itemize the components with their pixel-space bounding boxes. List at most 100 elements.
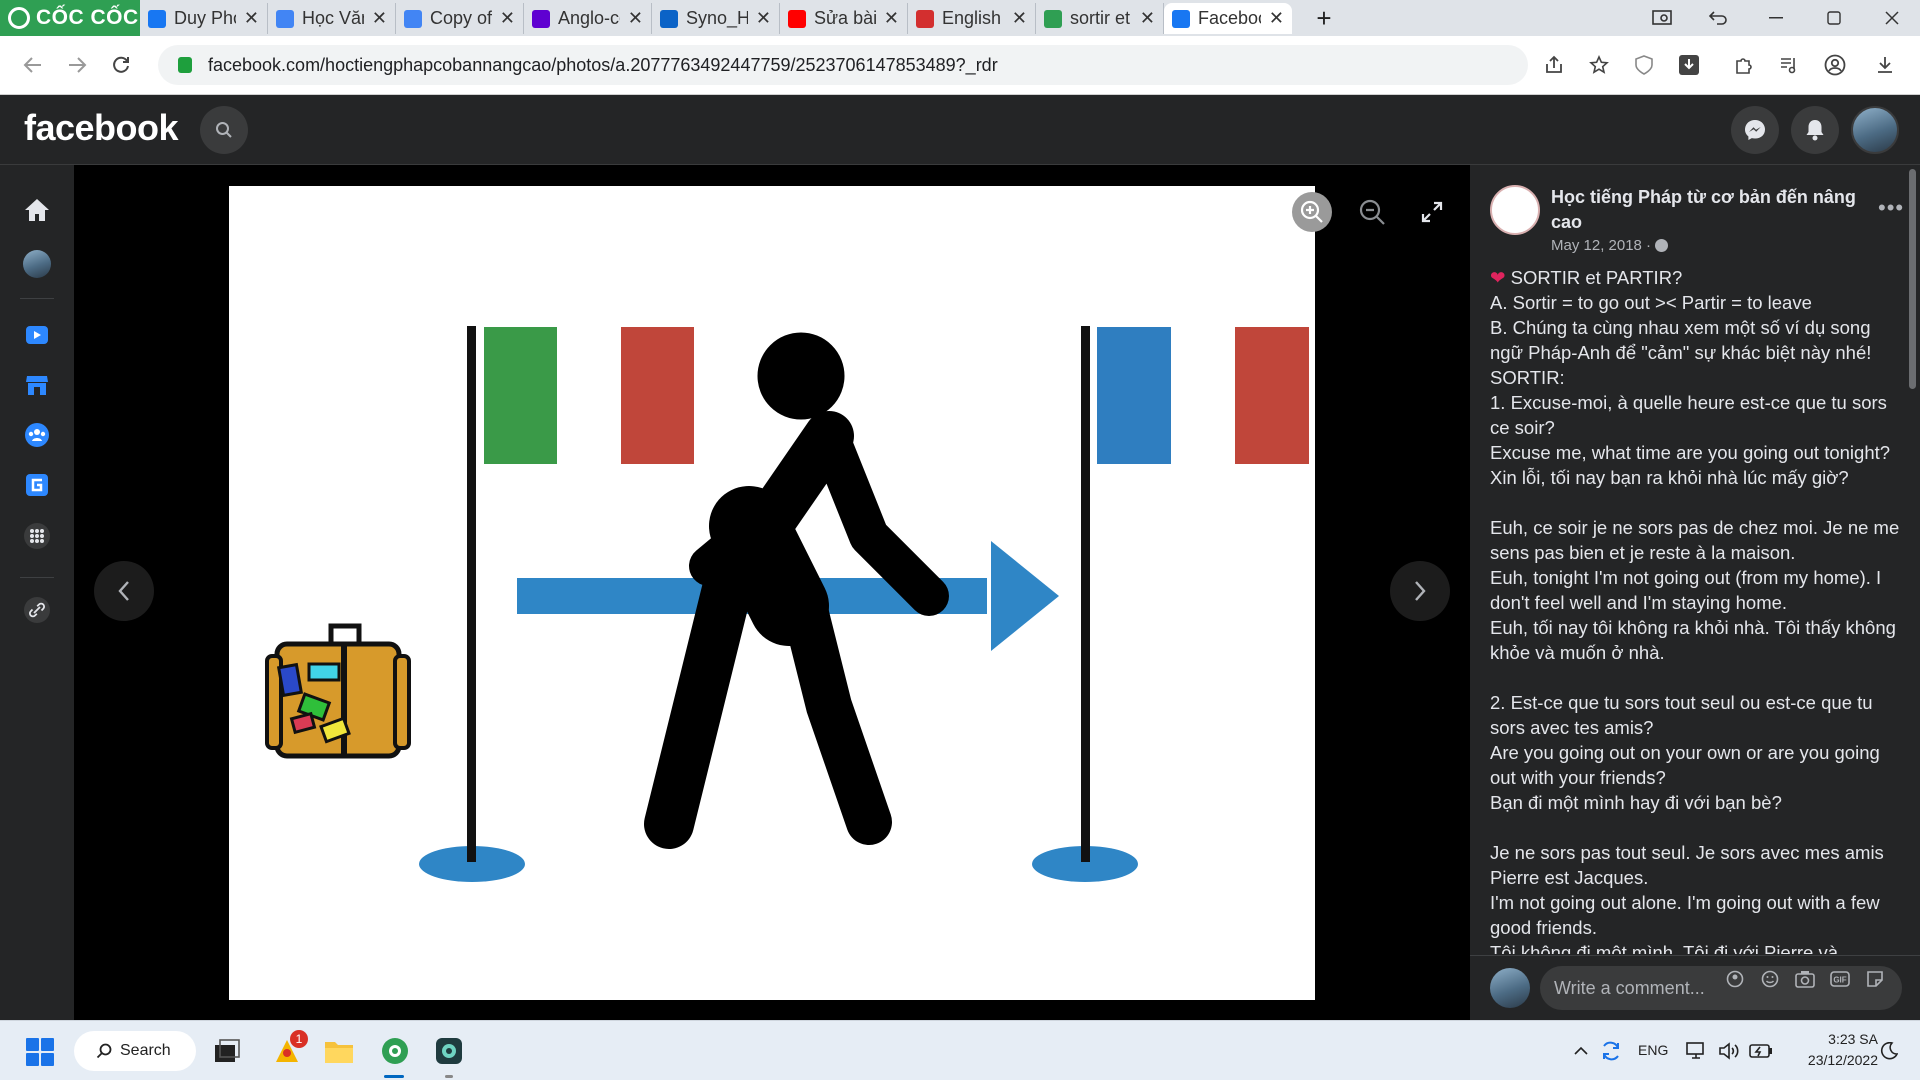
caption-line: Euh, tối nay tôi không ra khỏi nhà. Tôi … bbox=[1490, 615, 1902, 665]
docs-icon bbox=[404, 9, 422, 28]
screenshot-icon[interactable] bbox=[1634, 0, 1690, 36]
caption-line-text: Are you going out on your own or are you… bbox=[1490, 742, 1880, 788]
coccoc-logo[interactable]: CỐC CỐC bbox=[0, 0, 140, 36]
commenter-avatar[interactable] bbox=[1490, 968, 1530, 1008]
zoom-out-icon[interactable] bbox=[1352, 192, 1392, 232]
share-icon[interactable] bbox=[1537, 48, 1571, 82]
gif-icon[interactable]: GIF bbox=[1830, 969, 1850, 989]
browser-tab[interactable]: Anglo-cor ✕ bbox=[524, 3, 652, 34]
caption-line-text: A. Sortir = to go out >< Partir = to lea… bbox=[1490, 292, 1812, 313]
gaming-icon[interactable] bbox=[22, 470, 52, 500]
adblock-shield-icon[interactable] bbox=[1627, 48, 1661, 82]
page-avatar[interactable] bbox=[1490, 185, 1540, 235]
watch-video-icon[interactable] bbox=[22, 320, 52, 350]
marketplace-icon[interactable] bbox=[22, 370, 52, 400]
post-photo[interactable] bbox=[229, 186, 1315, 1000]
messenger-icon[interactable] bbox=[1731, 106, 1779, 154]
page-name-link[interactable]: Học tiếng Pháp từ cơ bản đến nâng cao bbox=[1551, 185, 1861, 235]
previous-photo-button[interactable] bbox=[94, 561, 154, 621]
secure-lock-icon bbox=[178, 57, 192, 73]
sticker-icon[interactable] bbox=[1865, 969, 1885, 989]
link-icon[interactable] bbox=[22, 595, 52, 625]
scrollbar-thumb[interactable] bbox=[1909, 169, 1916, 389]
close-window-button[interactable] bbox=[1864, 0, 1920, 36]
music-playlist-icon[interactable] bbox=[1772, 48, 1806, 82]
caption-line-text: Euh, tonight I'm not going out (from my … bbox=[1490, 567, 1882, 613]
browser-tab[interactable]: Copy of D ✕ bbox=[396, 3, 524, 34]
profile-avatar-icon[interactable] bbox=[22, 249, 52, 279]
focus-moon-icon[interactable] bbox=[1870, 1032, 1908, 1070]
notifications-bell-icon[interactable] bbox=[1791, 106, 1839, 154]
suitcase-icon bbox=[265, 623, 411, 759]
minimize-button[interactable] bbox=[1748, 0, 1804, 36]
camera-icon[interactable] bbox=[1795, 969, 1815, 989]
battery-icon[interactable] bbox=[1742, 1032, 1780, 1070]
browser-tab[interactable]: Syno_Hyp ✕ bbox=[652, 3, 780, 34]
all-apps-grid-icon[interactable] bbox=[22, 521, 52, 551]
sync-icon[interactable] bbox=[1592, 1032, 1630, 1070]
close-tab-icon[interactable]: ✕ bbox=[500, 8, 515, 29]
avatar-sticker-icon[interactable] bbox=[1725, 969, 1745, 989]
caption-line-text: 1. Excuse-moi, à quelle heure est-ce que… bbox=[1490, 392, 1887, 438]
unikey-app-icon[interactable]: 1 bbox=[268, 1030, 308, 1070]
address-bar[interactable]: facebook.com/hoctiengphapcobannangcao/ph… bbox=[158, 45, 1528, 85]
next-photo-button[interactable] bbox=[1390, 561, 1450, 621]
profile-icon[interactable] bbox=[1818, 48, 1852, 82]
maximize-button[interactable] bbox=[1806, 0, 1862, 36]
greenshot-app-icon[interactable] bbox=[430, 1032, 468, 1070]
coccoc-browser-icon[interactable] bbox=[376, 1032, 414, 1070]
clock-date[interactable]: 23/12/2022 bbox=[1790, 1052, 1878, 1068]
bookmark-star-icon[interactable] bbox=[1582, 48, 1616, 82]
caption-line-text: B. Chúng ta cùng nhau xem một số ví dụ s… bbox=[1490, 317, 1872, 363]
browser-tab[interactable]: Sửa bài tậ ✕ bbox=[780, 3, 908, 34]
close-tab-icon[interactable]: ✕ bbox=[756, 8, 771, 29]
browser-tab-label: Copy of D bbox=[430, 8, 492, 28]
taskbar-search[interactable]: Search bbox=[74, 1031, 196, 1071]
more-options-icon[interactable]: ••• bbox=[1878, 195, 1904, 221]
close-tab-icon[interactable]: ✕ bbox=[628, 8, 643, 29]
account-avatar[interactable] bbox=[1851, 106, 1899, 154]
caption-line: A. Sortir = to go out >< Partir = to lea… bbox=[1490, 290, 1902, 315]
post-date[interactable]: May 12, 2018 · bbox=[1551, 237, 1669, 254]
caption-line-text: Tôi không đi một mình. Tôi đi với Pierre… bbox=[1490, 942, 1839, 954]
close-tab-icon[interactable]: ✕ bbox=[244, 8, 259, 29]
groups-icon[interactable] bbox=[22, 420, 52, 450]
close-tab-icon[interactable]: ✕ bbox=[372, 8, 387, 29]
caption-line: Bạn đi một mình hay đi với bạn bè? bbox=[1490, 790, 1902, 815]
close-tab-icon[interactable]: ✕ bbox=[1012, 8, 1027, 29]
browser-tab[interactable]: Học Văn c ✕ bbox=[268, 3, 396, 34]
extensions-puzzle-icon[interactable] bbox=[1727, 48, 1761, 82]
caption-line: 1. Excuse-moi, à quelle heure est-ce que… bbox=[1490, 390, 1902, 440]
caption-line-text: Je ne sors pas tout seul. Je sors avec m… bbox=[1490, 842, 1884, 888]
new-tab-button[interactable]: + bbox=[1296, 0, 1352, 36]
search-icon[interactable] bbox=[200, 106, 248, 154]
active-app-indicator bbox=[384, 1075, 404, 1078]
task-view-icon[interactable] bbox=[208, 1032, 246, 1070]
zoom-in-icon[interactable] bbox=[1292, 192, 1332, 232]
fullscreen-icon[interactable] bbox=[1412, 192, 1452, 232]
back-button[interactable] bbox=[16, 48, 50, 82]
forward-button[interactable] bbox=[60, 48, 94, 82]
windows-start-icon[interactable] bbox=[26, 1038, 54, 1066]
home-icon[interactable] bbox=[22, 195, 52, 225]
browser-tab[interactable]: sortir et p ✕ bbox=[1036, 3, 1164, 34]
close-tab-icon[interactable]: ✕ bbox=[1140, 8, 1155, 29]
browser-tab[interactable]: English Tr ✕ bbox=[908, 3, 1036, 34]
file-explorer-icon[interactable] bbox=[320, 1032, 358, 1070]
caption-line: Tôi không đi một mình. Tôi đi với Pierre… bbox=[1490, 940, 1902, 954]
browser-tab[interactable]: Facebook ✕ bbox=[1164, 3, 1292, 34]
download-extension-icon[interactable] bbox=[1672, 48, 1706, 82]
facebook-logo[interactable]: facebook bbox=[24, 107, 179, 149]
input-language[interactable]: ENG bbox=[1638, 1042, 1668, 1058]
reload-button[interactable] bbox=[104, 48, 138, 82]
back-history-icon[interactable] bbox=[1690, 0, 1746, 36]
youtube-icon bbox=[788, 9, 806, 28]
clock-time[interactable]: 3:23 SA bbox=[1814, 1031, 1878, 1047]
browser-tab[interactable]: Duy Phong ✕ bbox=[140, 3, 268, 34]
emoji-icon[interactable] bbox=[1760, 969, 1780, 989]
downloads-icon[interactable] bbox=[1868, 48, 1902, 82]
svg-text:GIF: GIF bbox=[1833, 976, 1846, 985]
close-tab-icon[interactable]: ✕ bbox=[1269, 8, 1284, 29]
close-tab-icon[interactable]: ✕ bbox=[884, 8, 899, 29]
